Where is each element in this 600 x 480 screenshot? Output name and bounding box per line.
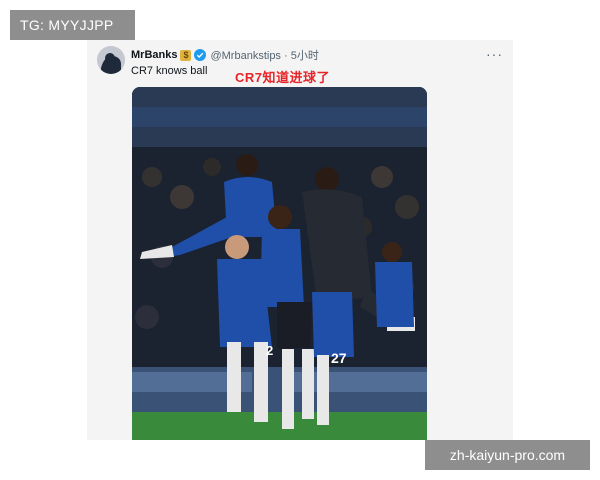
more-options-icon[interactable]: ··· — [486, 46, 503, 62]
image-caption: CR7知道进球了 — [235, 70, 331, 85]
tweet-media-photo[interactable]: 2 27 — [132, 87, 427, 440]
verified-badge-icon — [194, 49, 207, 61]
username[interactable]: MrBanks — [131, 49, 177, 61]
jersey-number-2: 2 — [266, 343, 273, 358]
watermark-top: TG: MYYJJPP — [10, 10, 135, 40]
money-bag-emoji-icon: $ — [180, 49, 192, 61]
tweet-text: CR7 knows ball — [131, 65, 208, 77]
watermark-bottom: zh-kaiyun-pro.com — [425, 440, 590, 470]
avatar[interactable] — [97, 46, 125, 74]
football-celebration-photo: 2 27 — [132, 87, 427, 440]
handle-and-time: @Mrbankstips · 5小时 — [210, 50, 319, 62]
tweet-card[interactable]: MrBanks $ @Mrbankstips · 5小时 ··· CR7 kno… — [87, 40, 513, 440]
tweet-header: MrBanks $ @Mrbankstips · 5小时 — [131, 47, 319, 63]
jersey-number-27: 27 — [331, 350, 347, 366]
avatar-image — [97, 46, 125, 74]
